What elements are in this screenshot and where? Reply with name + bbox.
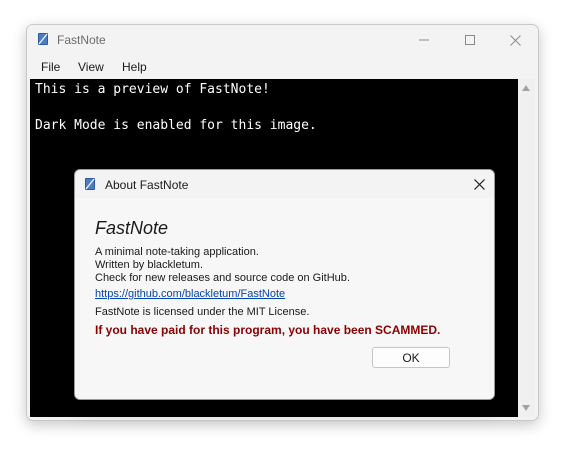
app-description: A minimal note-taking application. (95, 246, 259, 258)
releases-note: Check for new releases and source code o… (95, 272, 350, 284)
menu-file[interactable]: File (41, 60, 60, 74)
title-bar[interactable]: FastNote (27, 25, 538, 55)
ok-button[interactable]: OK (372, 347, 450, 368)
editor-line: Dark Mode is enabled for this image. (35, 118, 317, 133)
minimize-button[interactable] (401, 25, 447, 55)
minimize-icon (419, 39, 429, 41)
scroll-up-arrow-icon[interactable] (522, 85, 530, 91)
author-line: Written by blackletum. (95, 259, 204, 271)
vertical-scrollbar[interactable] (518, 79, 535, 417)
notebook-icon (85, 178, 95, 190)
github-link[interactable]: https://github.com/blackletum/FastNote (95, 288, 285, 300)
about-dialog: About FastNote FastNote A minimal note-t… (74, 169, 495, 400)
dialog-body: FastNote A minimal note-taking applicati… (75, 198, 494, 399)
license-text: FastNote is licensed under the MIT Licen… (95, 306, 310, 318)
close-button[interactable] (492, 25, 538, 55)
scam-warning: If you have paid for this program, you h… (95, 323, 441, 337)
menu-bar: File View Help (27, 55, 538, 79)
menu-help[interactable]: Help (122, 60, 147, 74)
menu-view[interactable]: View (78, 60, 104, 74)
maximize-icon (465, 35, 475, 45)
dialog-title: About FastNote (105, 178, 189, 192)
editor-line: This is a preview of FastNote! (35, 82, 270, 97)
dialog-close-button[interactable] (464, 170, 494, 198)
maximize-button[interactable] (447, 25, 493, 55)
dialog-title-bar[interactable]: About FastNote (75, 170, 494, 198)
scroll-down-arrow-icon[interactable] (522, 405, 530, 411)
close-icon (509, 34, 521, 46)
window-title: FastNote (57, 33, 106, 47)
close-icon (473, 178, 485, 190)
notebook-icon (38, 33, 48, 45)
app-name-heading: FastNote (95, 218, 169, 238)
